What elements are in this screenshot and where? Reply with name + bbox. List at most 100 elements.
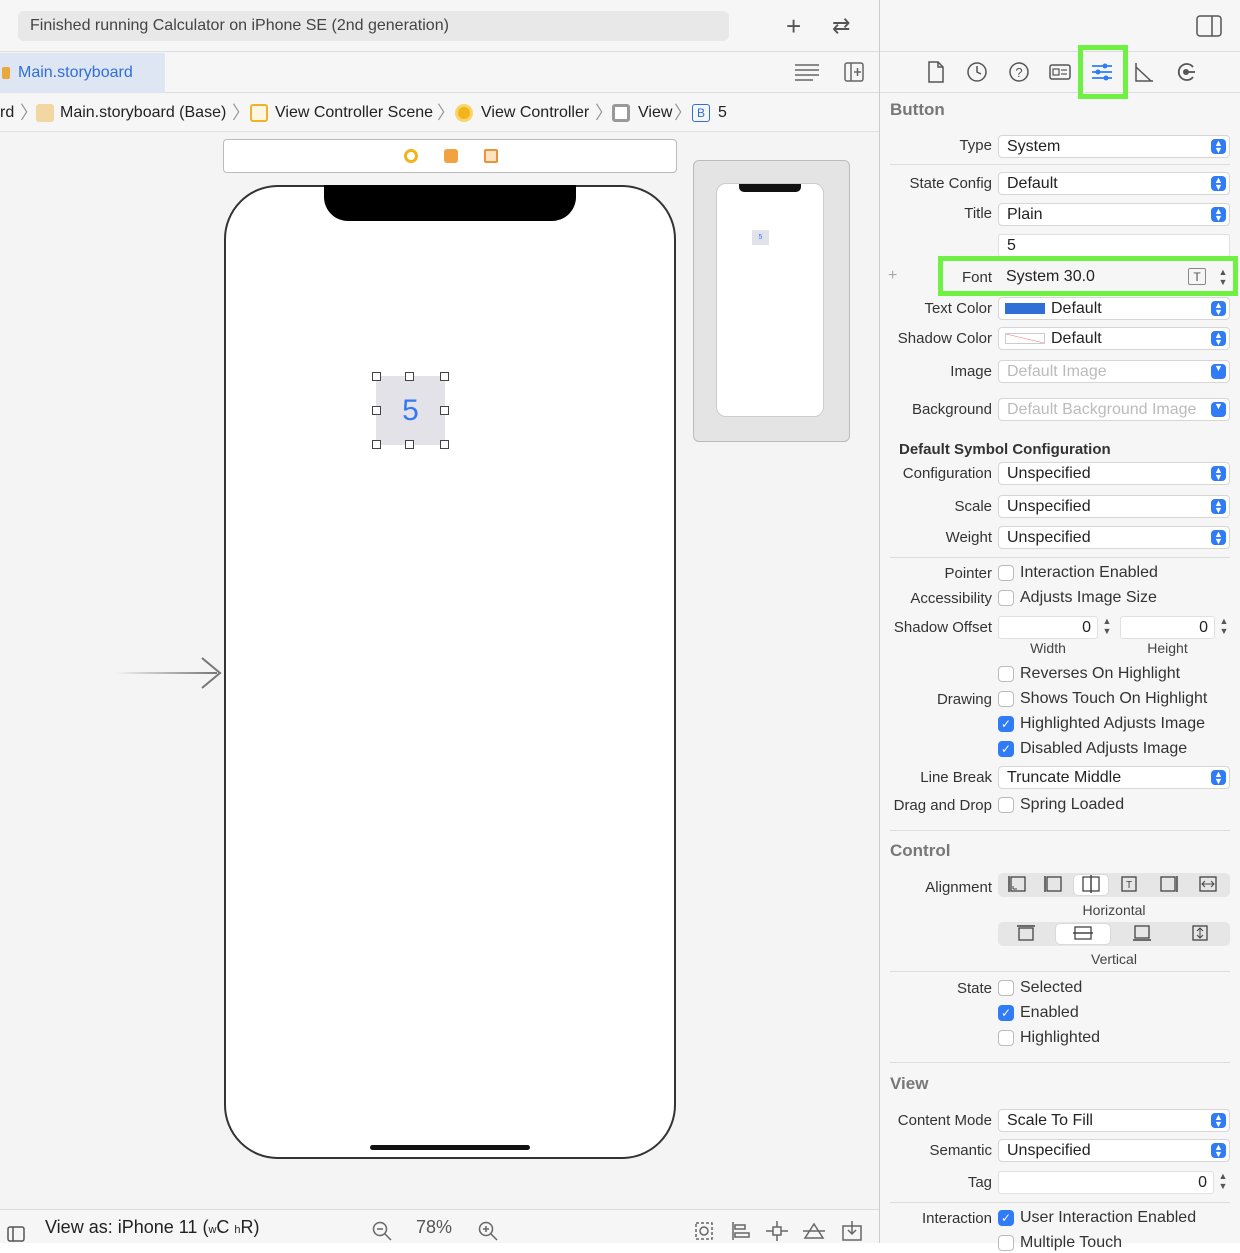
font-picker-icon[interactable]: T (1188, 268, 1206, 285)
title-value: Plain (1007, 206, 1043, 223)
scene-dock[interactable] (223, 139, 677, 173)
selected-checkbox[interactable] (998, 980, 1014, 996)
swap-arrows-icon[interactable]: ⇄ (832, 12, 850, 40)
shadow-offset-width-field[interactable]: 0 (998, 616, 1098, 639)
plus-icon[interactable]: + (786, 12, 801, 40)
semantic-label: Semantic (929, 1142, 992, 1159)
add-constraints-icon[interactable] (766, 1218, 788, 1241)
resize-handle[interactable] (372, 406, 381, 415)
zoom-in-icon[interactable] (478, 1218, 498, 1241)
tag-field[interactable]: 0 (998, 1171, 1214, 1194)
update-frames-icon[interactable] (694, 1218, 714, 1240)
chevron-right-icon: 〉 (437, 103, 455, 123)
breadcrumb-item[interactable]: Main.storyboard (Base) (60, 94, 226, 132)
horizontal-alignment-control[interactable]: T (998, 873, 1230, 897)
font-size-stepper[interactable]: ▲ ▼ (1216, 267, 1230, 289)
first-responder-icon[interactable] (444, 149, 458, 163)
file-inspector-icon[interactable] (924, 61, 948, 85)
align-left-icon[interactable] (1038, 875, 1068, 895)
add-editor-icon[interactable] (844, 62, 864, 82)
line-break-popup[interactable]: Truncate Middle ▲ ▼ (998, 766, 1230, 789)
configuration-popup[interactable]: Unspecified ▲ ▼ (998, 462, 1230, 485)
inspector-toggle-icon[interactable] (1196, 15, 1222, 37)
tab-main-storyboard[interactable]: Main.storyboard (0, 53, 165, 93)
title-text-field[interactable]: 5 (998, 234, 1230, 257)
vertical-alignment-control[interactable] (998, 922, 1230, 946)
resize-handle[interactable] (372, 440, 381, 449)
lines-icon[interactable] (794, 61, 820, 83)
semantic-popup[interactable]: Unspecified ▲ ▼ (998, 1139, 1230, 1162)
align-icon[interactable] (731, 1218, 751, 1240)
sidebar-toggle-icon[interactable] (7, 1219, 25, 1242)
scale-value: Unspecified (1007, 498, 1091, 515)
zoom-out-icon[interactable] (372, 1218, 392, 1241)
help-inspector-icon[interactable]: ? (1007, 61, 1031, 85)
view-as-label: View as: iPhone 11 ( (45, 1217, 209, 1237)
multiple-touch-checkbox[interactable] (998, 1235, 1014, 1251)
shadow-offset-height-field[interactable]: 0 (1120, 616, 1215, 639)
align-middle-icon[interactable] (1056, 924, 1110, 944)
state-config-popup[interactable]: Default ▲ ▼ (998, 172, 1230, 195)
chevron-down-icon: ▼ (1211, 402, 1226, 417)
align-leading-icon[interactable] (1002, 875, 1032, 895)
width-class-c: C (216, 1217, 230, 1237)
view-controller-icon[interactable] (404, 149, 418, 163)
shadow-height-stepper[interactable]: ▲ ▼ (1217, 616, 1231, 638)
shadow-color-popup[interactable]: Default ▲ ▼ (998, 327, 1230, 350)
spring-loaded-checkbox[interactable] (998, 797, 1014, 813)
align-vertical-fill-icon[interactable] (1178, 924, 1222, 944)
selected-button[interactable]: 5 (376, 376, 445, 445)
image-combo[interactable]: Default Image ▼ (998, 360, 1230, 383)
breadcrumb-item[interactable]: rd (0, 94, 14, 132)
breadcrumb-item[interactable]: View Controller Scene (275, 94, 433, 132)
identity-inspector-icon[interactable] (1048, 61, 1072, 85)
embed-in-icon[interactable] (842, 1218, 862, 1241)
exit-icon[interactable] (484, 149, 498, 163)
weight-popup[interactable]: Unspecified ▲ ▼ (998, 526, 1230, 549)
content-mode-popup[interactable]: Scale To Fill ▲ ▼ (998, 1109, 1230, 1132)
align-right-icon[interactable] (1154, 875, 1184, 895)
scale-popup[interactable]: Unspecified ▲ ▼ (998, 495, 1230, 518)
resize-handle[interactable] (440, 372, 449, 381)
shows-touch-checkbox[interactable] (998, 691, 1014, 707)
minimap[interactable]: 5 (693, 160, 850, 442)
align-center-icon[interactable] (1074, 875, 1108, 895)
resolve-issues-icon[interactable] (803, 1218, 825, 1239)
text-color-popup[interactable]: Default ▲ ▼ (998, 297, 1230, 320)
view-as-device[interactable]: View as: iPhone 11 (wC hR) (45, 1210, 260, 1247)
width-caption: Width (1030, 640, 1066, 656)
type-popup[interactable]: System ▲ ▼ (998, 135, 1230, 158)
reverses-on-highlight-checkbox[interactable] (998, 666, 1014, 682)
resize-handle[interactable] (405, 372, 414, 381)
breadcrumb-item[interactable]: View Controller (481, 94, 589, 132)
breadcrumb-item[interactable]: View (638, 94, 672, 132)
enabled-checkbox[interactable]: ✓ (998, 1005, 1014, 1021)
home-indicator (370, 1145, 530, 1150)
title-popup[interactable]: Plain ▲ ▼ (998, 203, 1230, 226)
resize-handle[interactable] (372, 372, 381, 381)
highlight-box-attributes-tab (1078, 45, 1128, 99)
connections-inspector-icon[interactable] (1174, 61, 1198, 85)
size-inspector-icon[interactable] (1132, 61, 1156, 85)
background-combo[interactable]: Default Background Image ▼ (998, 398, 1230, 421)
align-fill-icon[interactable] (1192, 875, 1224, 895)
resize-handle[interactable] (440, 440, 449, 449)
disabled-adjusts-image-checkbox[interactable]: ✓ (998, 741, 1014, 757)
align-top-icon[interactable] (1006, 924, 1046, 944)
font-field[interactable]: System 30.0 T (998, 266, 1210, 289)
adjusts-image-size-checkbox[interactable] (998, 590, 1014, 606)
interaction-enabled-checkbox[interactable] (998, 565, 1014, 581)
tag-stepper[interactable]: ▲ ▼ (1216, 1171, 1230, 1193)
resize-handle[interactable] (405, 440, 414, 449)
popup-arrows-icon: ▲ ▼ (1211, 770, 1226, 786)
resize-handle[interactable] (440, 406, 449, 415)
breadcrumb-item[interactable]: 5 (718, 94, 727, 132)
align-bottom-icon[interactable] (1120, 924, 1164, 944)
highlighted-checkbox[interactable] (998, 1030, 1014, 1046)
highlighted-adjusts-image-checkbox[interactable]: ✓ (998, 716, 1014, 732)
align-fill-text-icon[interactable]: T (1114, 875, 1144, 895)
user-interaction-enabled-checkbox[interactable]: ✓ (998, 1210, 1014, 1226)
shadow-width-stepper[interactable]: ▲ ▼ (1100, 616, 1114, 638)
history-inspector-icon[interactable] (965, 61, 989, 85)
zoom-level[interactable]: 78% (416, 1210, 452, 1244)
